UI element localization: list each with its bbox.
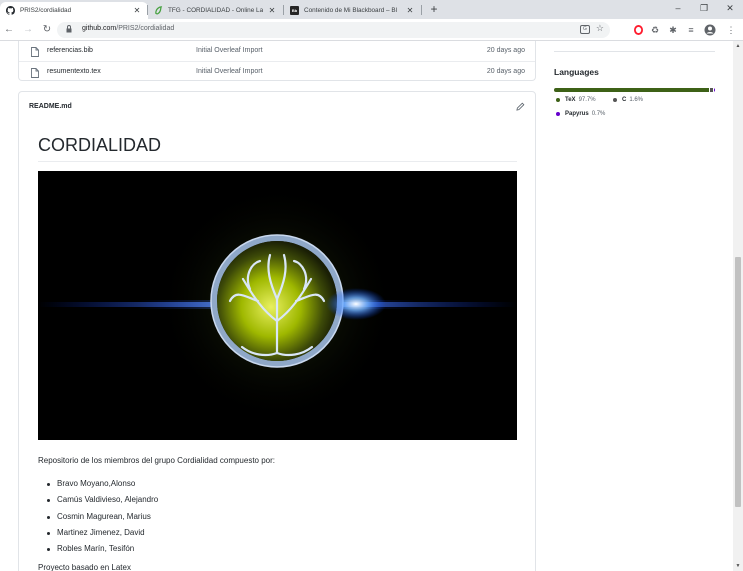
language-color-dot [556,112,560,116]
menu-kebab-icon[interactable]: ⋮ [724,23,738,37]
maximize-button[interactable]: ❐ [692,0,716,19]
reading-list-icon[interactable]: ≡ [684,23,698,37]
file-icon [31,67,39,87]
back-arrow-icon[interactable]: ← [3,23,15,37]
puzzle-extensions-icon[interactable]: ✱ [666,23,680,37]
tab-title: Contenido de Mi Blackboard – Bl [304,7,398,14]
readme-description: Repositorio de los miembros del grupo Co… [38,456,276,465]
url-text: github.com/PRIS2/cordialidad [82,25,174,32]
readme-banner-image [38,171,517,440]
sidebar-divider [554,51,715,52]
commit-age: 20 days ago [486,47,525,54]
url-host: github.com [82,25,117,32]
member-item: Cosmin Magurean, Marius [38,509,158,525]
browser-toolbar: ← → ↻ github.com/PRIS2/cordialidad G ☆ ♻… [0,19,743,41]
readme-box: README.md CORDIALIDAD Repositorio de los… [18,91,536,571]
language-color-dot [556,98,560,102]
language-percent: 1.6% [629,97,644,103]
lock-icon [66,25,72,35]
scroll-up-arrow-icon[interactable]: ▲ [735,43,741,49]
language-item-c[interactable]: C 1.6% [613,97,643,103]
commit-age: 20 days ago [486,68,525,75]
tab-blackboard[interactable]: Bb Contenido de Mi Blackboard – Bl ✕ [284,2,421,19]
scroll-down-arrow-icon[interactable]: ▼ [735,563,741,569]
opera-extension-icon[interactable] [631,23,645,37]
readme-heading: CORDIALIDAD [38,135,162,155]
file-row[interactable]: resumentexto.tex Initial Overleaf Import… [19,61,535,81]
language-color-dot [613,98,617,102]
github-icon [6,6,15,15]
tab-title: TFG - CORDIALIDAD - Online La [168,7,263,14]
tab-github[interactable]: PRIS2/cordialidad ✕ [0,2,148,19]
member-item: Camús Valdivieso, Alejandro [38,492,158,508]
overleaf-icon [154,6,163,15]
commit-message[interactable]: Initial Overleaf Import [196,41,263,61]
pencil-edit-icon[interactable] [516,102,525,113]
address-bar[interactable]: github.com/PRIS2/cordialidad G ☆ [57,22,610,38]
tab-title: PRIS2/cordialidad [20,7,72,14]
new-tab-button[interactable]: + [427,2,441,16]
language-name: TeX [565,97,576,103]
tab-overleaf[interactable]: TFG - CORDIALIDAD - Online La ✕ [148,2,283,19]
heading-divider [38,161,517,162]
readme-trailing-text: Proyecto basado en Latex [38,563,131,571]
file-name[interactable]: resumentexto.tex [47,62,101,82]
member-item: Martinez Jimenez, David [38,525,158,541]
blackboard-icon: Bb [290,6,299,15]
close-icon[interactable]: ✕ [405,6,415,15]
forward-arrow-icon[interactable]: → [22,23,34,37]
profile-avatar-icon[interactable] [703,23,717,37]
language-percent: 97.7% [578,97,596,103]
language-bar-segment [554,88,710,92]
tab-strip: PRIS2/cordialidad ✕ TFG - CORDIALIDAD - … [0,0,743,19]
language-name: Papyrus [565,111,589,117]
language-name: C [622,97,627,103]
member-item: Bravo Moyano,Alonso [38,476,158,492]
scrollbar-thumb[interactable] [735,257,741,507]
language-item-tex[interactable]: TeX 97.7% [556,97,596,103]
languages-bar [554,88,715,92]
url-path: /PRIS2/cordialidad [116,25,175,32]
tab-separator [421,5,422,15]
languages-title: Languages [554,67,599,77]
commit-message[interactable]: Initial Overleaf Import [196,62,263,82]
reload-icon[interactable]: ↻ [41,23,53,37]
file-row[interactable]: referencias.bib Initial Overleaf Import … [19,41,535,61]
page-scrollbar[interactable]: ▲ ▼ [733,41,743,571]
language-bar-segment [713,88,715,92]
language-percent: 0.7% [591,111,606,117]
members-list: Bravo Moyano,Alonso Camús Valdivieso, Al… [38,476,158,557]
recycle-extension-icon[interactable]: ♻ [648,23,662,37]
close-icon[interactable]: ✕ [267,6,277,15]
readme-header: README.md [19,92,535,122]
window-close-button[interactable]: ✕ [718,0,742,19]
file-list: referencias.bib Initial Overleaf Import … [18,41,536,81]
close-icon[interactable]: ✕ [132,6,142,15]
bookmark-star-icon[interactable]: ☆ [596,23,604,34]
minimize-button[interactable]: – [666,0,690,19]
tree-logo-icon [38,183,517,423]
translate-icon[interactable]: G [580,25,590,34]
language-bar-segment [710,88,713,92]
member-item: Robles Marín, Tesifón [38,541,158,557]
readme-filename: README.md [29,103,72,110]
language-item-papyrus[interactable]: Papyrus 0.7% [556,111,605,117]
file-name[interactable]: referencias.bib [47,41,93,61]
